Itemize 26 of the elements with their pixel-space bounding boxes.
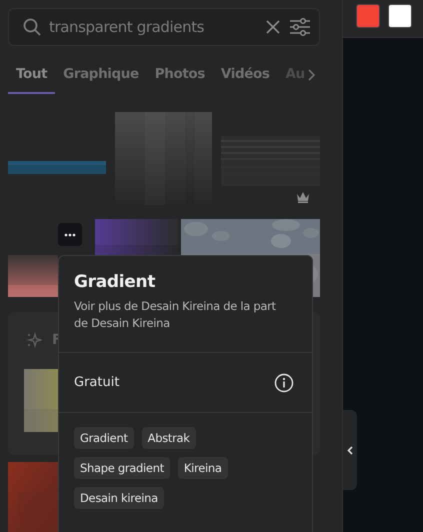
search-icon bbox=[23, 18, 41, 36]
keyword-tag[interactable]: Shape gradient bbox=[74, 457, 170, 479]
search-bar[interactable]: transparent gradients bbox=[8, 8, 320, 46]
more-icon bbox=[64, 232, 76, 236]
filter-tab[interactable]: Photos bbox=[146, 62, 213, 94]
more-button[interactable] bbox=[58, 223, 82, 246]
close-icon[interactable] bbox=[265, 19, 281, 35]
chevron-left-icon bbox=[347, 446, 353, 454]
crown-icon bbox=[296, 191, 310, 203]
color-swatch[interactable] bbox=[388, 4, 412, 28]
keyword-tag[interactable]: Gradient bbox=[74, 427, 134, 449]
popover-title: Gradient bbox=[74, 272, 156, 292]
keyword-tag[interactable]: Desain kireina bbox=[74, 487, 164, 509]
color-swatch[interactable] bbox=[356, 4, 380, 28]
keyword-tag[interactable]: Kireina bbox=[178, 457, 228, 479]
license-label: Gratuit bbox=[74, 375, 120, 390]
filter-icon[interactable] bbox=[289, 17, 311, 37]
sparkle-icon bbox=[26, 332, 42, 348]
info-icon[interactable] bbox=[274, 372, 294, 392]
search-input[interactable]: transparent gradients bbox=[49, 18, 257, 36]
filter-tab[interactable]: Tout bbox=[8, 62, 56, 94]
popover-description: Voir plus de Desain Kireina de la part de Desain Kireina bbox=[74, 298, 277, 332]
filter-tab[interactable]: Graphique bbox=[55, 62, 147, 94]
filter-tab[interactable]: Vidéos bbox=[212, 62, 278, 94]
chevron-right-icon[interactable] bbox=[306, 69, 315, 81]
keyword-tag[interactable]: Abstrak bbox=[142, 427, 196, 449]
